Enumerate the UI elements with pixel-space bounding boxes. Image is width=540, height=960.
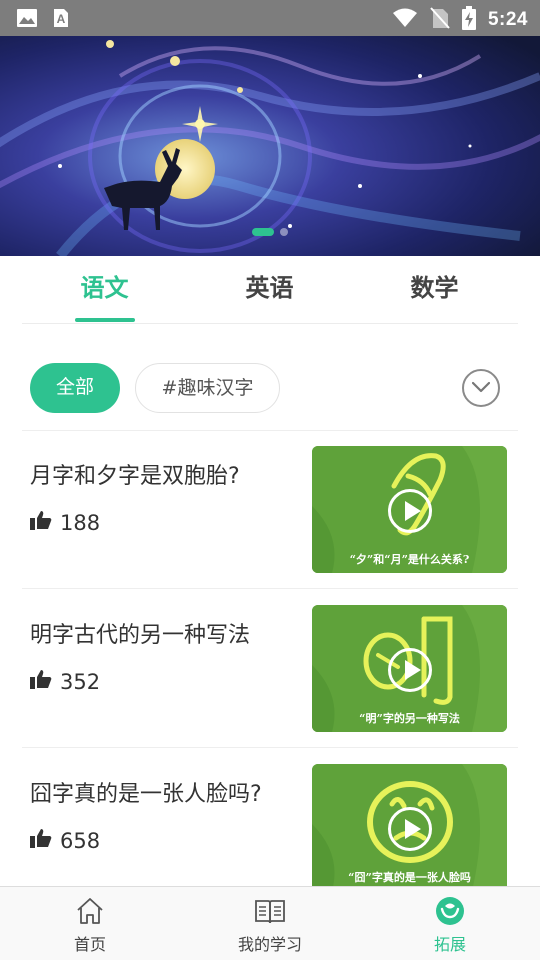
status-time: 5:24 xyxy=(487,9,528,30)
like-count[interactable]: 352 xyxy=(30,669,100,694)
subject-tabs: 语文 英语 数学 xyxy=(22,256,518,324)
image-icon xyxy=(16,8,38,32)
nav-label: 我的学习 xyxy=(237,935,302,954)
nav-home[interactable]: 首页 xyxy=(0,887,180,960)
chevron-down-circle-icon[interactable] xyxy=(462,369,500,407)
play-icon[interactable] xyxy=(388,807,432,851)
nav-expand[interactable]: 拓展 xyxy=(360,887,540,960)
carousel-dot xyxy=(280,228,288,236)
video-thumbnail[interactable]: “明”字的另一种写法 xyxy=(312,605,507,732)
filter-all-chip[interactable]: 全部 xyxy=(30,363,120,413)
thumbs-up-icon xyxy=(30,828,52,853)
thumbnail-caption: “明”字的另一种写法 xyxy=(359,712,460,725)
carousel-indicator xyxy=(0,228,540,236)
item-title: 明字古代的另一种写法 xyxy=(30,623,251,648)
tab-label: 语文 xyxy=(80,274,129,302)
filter-bar: 全部 #趣味汉字 xyxy=(30,363,510,413)
play-icon[interactable] xyxy=(388,648,432,692)
tab-active-indicator xyxy=(75,318,135,322)
list-item[interactable]: 月字和夕字是双胞胎? 188 “夕”和“月”是什么关系? xyxy=(22,430,518,589)
like-count-value: 188 xyxy=(60,510,101,535)
list-item[interactable]: 明字古代的另一种写法 352 “明”字的另一种写法 xyxy=(22,589,518,748)
tab-label: 数学 xyxy=(410,274,459,302)
like-count[interactable]: 658 xyxy=(30,828,100,853)
expand-leaf-icon xyxy=(434,895,466,927)
like-count-value: 352 xyxy=(60,669,101,694)
no-sim-icon xyxy=(430,7,450,33)
list-item[interactable]: 囧字真的是一张人脸吗? 658 “囧”字真的是一张人脸吗 xyxy=(22,748,518,907)
like-count-value: 658 xyxy=(60,828,101,853)
tab-label: 英语 xyxy=(245,274,294,302)
bottom-nav: 首页 我的学习 拓展 xyxy=(0,886,540,960)
nav-label: 首页 xyxy=(73,935,106,954)
thumbs-up-icon xyxy=(30,510,52,535)
banner-image xyxy=(0,36,540,256)
svg-text:A: A xyxy=(57,12,66,26)
video-list: 月字和夕字是双胞胎? 188 “夕”和“月”是什么关系? 明字古代的另一种写法 xyxy=(22,430,518,907)
like-count[interactable]: 188 xyxy=(30,510,100,535)
book-icon xyxy=(254,895,286,927)
play-icon[interactable] xyxy=(388,489,432,533)
carousel-dot-active xyxy=(252,228,274,236)
tab-math[interactable]: 数学 xyxy=(352,256,517,323)
filter-tag-chip[interactable]: #趣味汉字 xyxy=(135,363,280,413)
tab-chinese[interactable]: 语文 xyxy=(22,256,187,323)
battery-charging-icon xyxy=(461,6,476,34)
thumbnail-caption: “囧”字真的是一张人脸吗 xyxy=(348,871,471,884)
item-title: 囧字真的是一张人脸吗? xyxy=(30,782,262,807)
text-a-icon: A xyxy=(52,8,70,32)
thumbs-up-icon xyxy=(30,669,52,694)
tab-english[interactable]: 英语 xyxy=(187,256,352,323)
item-title: 月字和夕字是双胞胎? xyxy=(30,464,240,489)
video-thumbnail[interactable]: “夕”和“月”是什么关系? xyxy=(312,446,507,573)
status-bar: A 5:24 xyxy=(0,0,540,36)
nav-my-study[interactable]: 我的学习 xyxy=(180,887,360,960)
home-icon xyxy=(74,895,106,927)
nav-label: 拓展 xyxy=(433,935,466,954)
banner-carousel[interactable] xyxy=(0,36,540,256)
wifi-icon xyxy=(392,8,418,32)
video-thumbnail[interactable]: “囧”字真的是一张人脸吗 xyxy=(312,764,507,891)
thumbnail-caption: “夕”和“月”是什么关系? xyxy=(349,553,470,566)
